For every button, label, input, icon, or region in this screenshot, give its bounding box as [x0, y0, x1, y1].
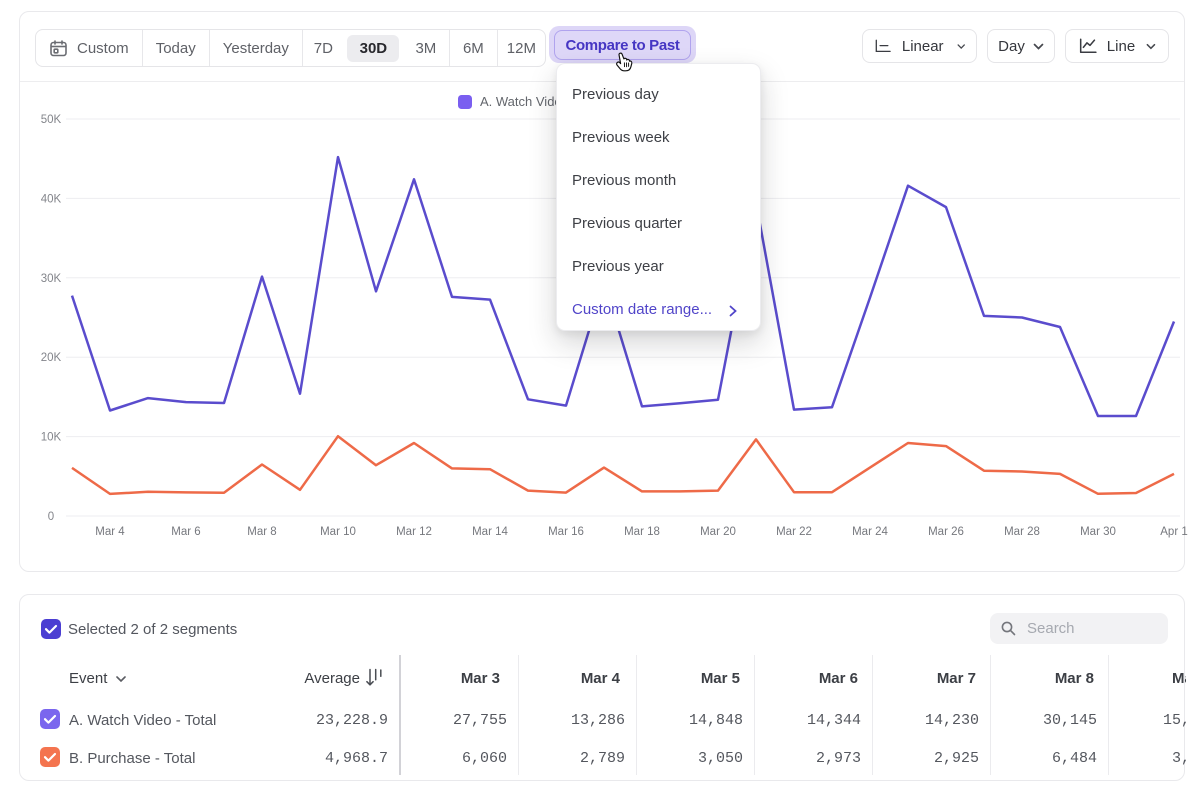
svg-text:Apr 1: Apr 1 — [1160, 526, 1188, 538]
svg-text:Mar 22: Mar 22 — [776, 526, 812, 538]
svg-text:Mar 18: Mar 18 — [624, 526, 660, 538]
svg-text:Mar 6: Mar 6 — [171, 526, 200, 538]
svg-text:40K: 40K — [41, 193, 62, 205]
svg-text:50K: 50K — [41, 114, 62, 126]
svg-text:Mar 4: Mar 4 — [95, 526, 125, 538]
svg-text:Mar 24: Mar 24 — [852, 526, 888, 538]
svg-text:30K: 30K — [41, 273, 62, 285]
svg-text:Mar 8: Mar 8 — [247, 526, 276, 538]
svg-text:Mar 10: Mar 10 — [320, 526, 356, 538]
svg-text:Mar 30: Mar 30 — [1080, 526, 1116, 538]
svg-text:Mar 16: Mar 16 — [548, 526, 584, 538]
svg-text:Mar 12: Mar 12 — [396, 526, 432, 538]
svg-text:10K: 10K — [41, 432, 62, 444]
svg-text:Mar 26: Mar 26 — [928, 526, 964, 538]
svg-text:20K: 20K — [41, 352, 62, 364]
svg-text:Mar 14: Mar 14 — [472, 526, 508, 538]
svg-text:Mar 20: Mar 20 — [700, 526, 736, 538]
svg-text:0: 0 — [48, 511, 54, 523]
svg-text:Mar 28: Mar 28 — [1004, 526, 1040, 538]
